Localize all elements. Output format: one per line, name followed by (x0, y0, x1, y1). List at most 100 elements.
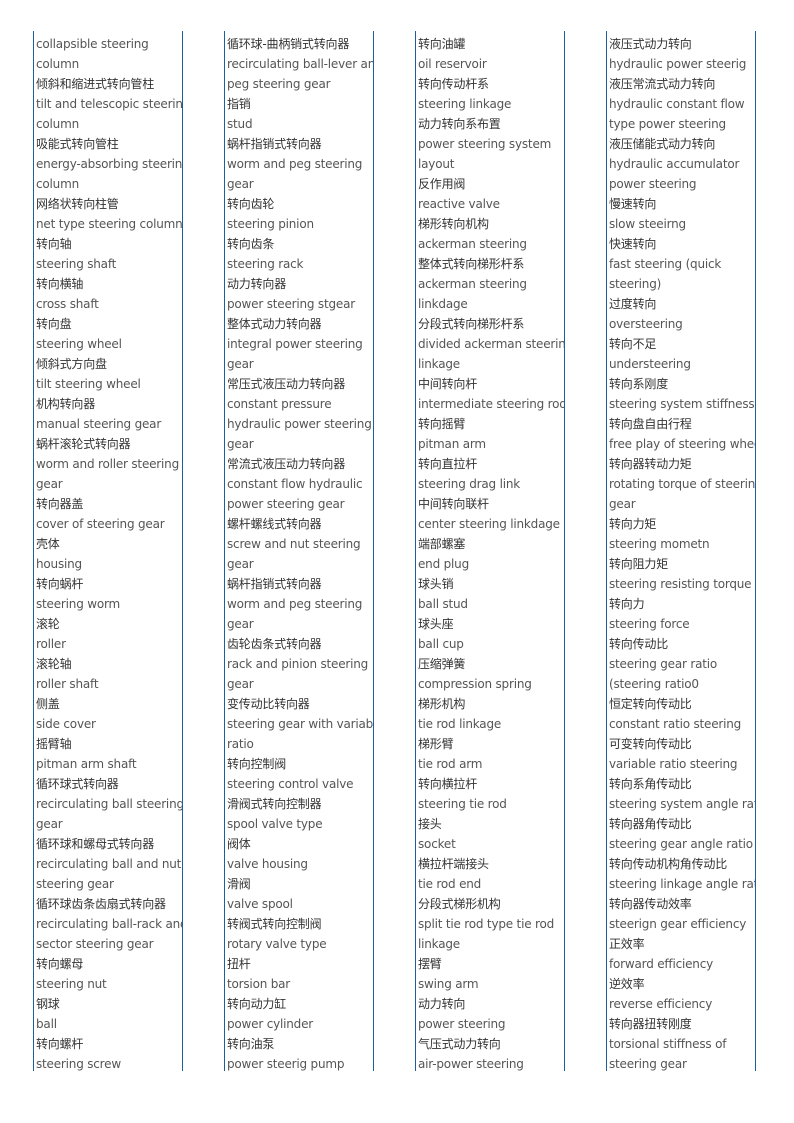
term-english: variable ratio steering (609, 757, 738, 771)
term-english: steering force (609, 617, 690, 631)
term-english: steering gear (36, 877, 114, 891)
term-chinese: 转阀式转向控制阀 (227, 917, 322, 931)
term-english: steering gear with variable (227, 717, 373, 731)
term-chinese: 整体式动力转向器 (227, 317, 322, 331)
term-english: integral power steering (227, 337, 363, 351)
term-english: tilt and telescopic steering (36, 97, 182, 111)
term-chinese: 压缩弹簧 (418, 657, 466, 671)
term-english: ball cup (418, 637, 464, 651)
term-english: steering pinion (227, 217, 314, 231)
term-english: steering gear (609, 1057, 687, 1071)
term-chinese: 转向器盖 (36, 497, 84, 511)
term-english: reactive valve (418, 197, 500, 211)
term-chinese: 端部螺塞 (418, 537, 466, 551)
term-chinese: 快速转向 (609, 237, 657, 251)
term-english: hydraulic constant flow (609, 97, 745, 111)
term-english: oversteering (609, 317, 683, 331)
term-english: reverse efficiency (609, 997, 713, 1011)
term-chinese: 转向器转动力矩 (609, 457, 692, 471)
term-english: split tie rod type tie rod (418, 917, 555, 931)
term-chinese: 反作用阀 (418, 177, 466, 191)
term-chinese: 螺杆螺线式转向器 (227, 517, 322, 531)
term-chinese: 中间转向联杆 (418, 497, 489, 511)
term-english: power steering (418, 1017, 506, 1031)
term-chinese: 阀体 (227, 837, 251, 851)
term-english: steerign gear efficiency (609, 917, 747, 931)
term-chinese: 转向轴 (36, 237, 72, 251)
term-chinese: 转向不足 (609, 337, 657, 351)
term-english: worm and peg steering (227, 597, 363, 611)
term-english: gear (227, 617, 254, 631)
term-english: manual steering gear (36, 417, 162, 431)
term-chinese: 恒定转向传动比 (609, 697, 692, 711)
term-chinese: 滚轮 (36, 617, 60, 631)
term-english: compression spring (418, 677, 532, 691)
term-chinese: 网络状转向柱管 (36, 197, 119, 211)
term-chinese: 转向横轴 (36, 277, 84, 291)
term-english: gear (227, 677, 254, 691)
term-english: column (36, 117, 79, 131)
term-english: constant pressure (227, 397, 332, 411)
term-english: gear (227, 177, 254, 191)
term-chinese: 转向直拉杆 (418, 457, 478, 471)
term-chinese: 常压式液压动力转向器 (227, 377, 346, 391)
term-english: torsion bar (227, 977, 291, 991)
term-chinese: 转向油泵 (227, 1037, 275, 1051)
term-chinese: 过度转向 (609, 297, 657, 311)
term-english: gear (36, 817, 63, 831)
term-english: gear (227, 437, 254, 451)
term-english: steering drag link (418, 477, 520, 491)
term-english: constant flow hydraulic (227, 477, 363, 491)
term-chinese: 可变转向传动比 (609, 737, 692, 751)
term-chinese: 液压储能式动力转向 (609, 137, 716, 151)
term-english: worm and peg steering (227, 157, 363, 171)
term-english: steering rack (227, 257, 304, 271)
term-chinese: 机构转向器 (36, 397, 96, 411)
term-english: recirculating ball-rack and (36, 917, 182, 931)
term-english: linkage (418, 937, 460, 951)
term-english: stud (227, 117, 253, 131)
term-chinese: 慢速转向 (609, 197, 657, 211)
term-chinese: 指销 (227, 97, 251, 111)
term-chinese: 正效率 (609, 937, 645, 951)
term-chinese: 球头销 (418, 577, 454, 591)
term-chinese: 梯形转向机构 (418, 217, 489, 231)
term-english: linkdage (418, 297, 468, 311)
term-english: side cover (36, 717, 96, 731)
term-chinese: 转向力矩 (609, 517, 657, 531)
term-english: fast steering (quick (609, 257, 722, 271)
glossary-column-2: 循环球-曲柄销式转向器 recirculating ball-lever and p… (224, 31, 374, 1071)
glossary-column-4: 液压式动力转向 hydraulic power steerig 液压常流式动力转向 h… (606, 31, 756, 1071)
term-english: free play of steering wheel (609, 437, 755, 451)
term-chinese: 滑阀 (227, 877, 251, 891)
term-english: power steering stgear (227, 297, 355, 311)
term-english: cover of steering gear (36, 517, 165, 531)
term-english: steering gear angle ratio (609, 837, 753, 851)
term-english: center steering linkdage (418, 517, 560, 531)
term-english: tilt steering wheel (36, 377, 141, 391)
term-chinese: 转向力 (609, 597, 645, 611)
term-chinese: 转向螺杆 (36, 1037, 84, 1051)
term-english: tie rod linkage (418, 717, 502, 731)
term-english: cross shaft (36, 297, 99, 311)
term-english: divided ackerman steering (418, 337, 564, 351)
term-english: forward efficiency (609, 957, 714, 971)
term-chinese: 转向器传动效率 (609, 897, 692, 911)
term-chinese: 循环球和螺母式转向器 (36, 837, 155, 851)
term-english: steering screw (36, 1057, 121, 1071)
term-english: power steering (609, 177, 697, 191)
term-chinese: 吸能式转向管柱 (36, 137, 119, 151)
term-english: steering) (609, 277, 662, 291)
term-english: socket (418, 837, 456, 851)
term-english: pitman arm shaft (36, 757, 137, 771)
term-english: power cylinder (227, 1017, 314, 1031)
term-english: steering tie rod (418, 797, 507, 811)
term-english: recirculating ball and nut (36, 857, 182, 871)
term-chinese: 逆效率 (609, 977, 645, 991)
term-chinese: 转向传动机构角传动比 (609, 857, 728, 871)
term-chinese: 扭杆 (227, 957, 251, 971)
term-english: gear (609, 497, 636, 511)
term-chinese: 转向油罐 (418, 37, 466, 51)
term-chinese: 循环球式转向器 (36, 777, 119, 791)
term-chinese: 中间转向杆 (418, 377, 478, 391)
